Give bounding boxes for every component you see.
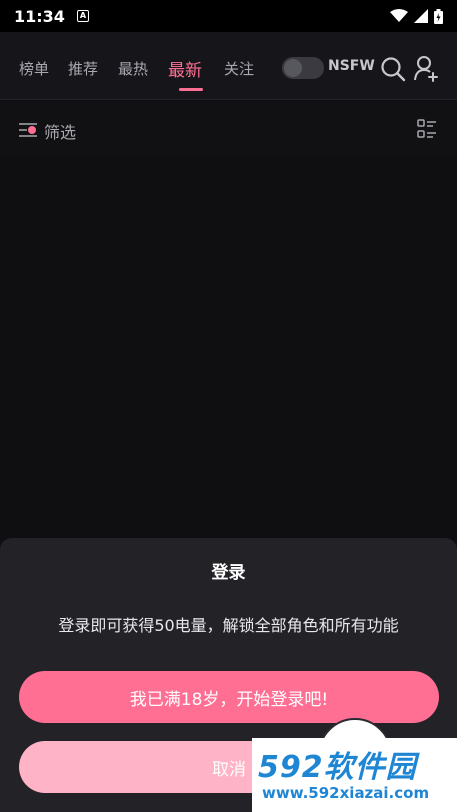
- active-tab-indicator: [179, 88, 203, 91]
- tab-recommend[interactable]: 推荐: [68, 58, 98, 79]
- search-icon[interactable]: [380, 56, 406, 82]
- notification-icon: A: [76, 10, 89, 22]
- filter-row: 筛选: [0, 101, 457, 155]
- tab-newest[interactable]: 最新: [168, 56, 202, 81]
- status-time: 11:34: [14, 6, 65, 26]
- nsfw-toggle[interactable]: [282, 57, 324, 79]
- status-icons: [390, 8, 443, 24]
- battery-icon: [434, 8, 443, 24]
- signal-icon: [414, 9, 428, 23]
- tab-hottest[interactable]: 最热: [118, 58, 148, 79]
- list-view-icon[interactable]: [417, 119, 437, 139]
- sheet-title: 登录: [211, 563, 246, 583]
- status-bar: 11:34 A: [0, 0, 457, 32]
- filter-icon[interactable]: [19, 122, 39, 138]
- watermark-url: www.592xiazai.com: [262, 784, 430, 802]
- add-user-icon[interactable]: [414, 55, 440, 83]
- filter-label[interactable]: 筛选: [44, 119, 76, 143]
- content-area: [0, 155, 457, 538]
- tab-ranking[interactable]: 榜单: [19, 58, 49, 79]
- watermark-logo: 592软件园: [258, 750, 417, 785]
- tab-following[interactable]: 关注: [224, 58, 254, 79]
- nsfw-label: NSFW: [328, 58, 375, 74]
- confirm-login-button[interactable]: 我已满18岁，开始登录吧!: [19, 671, 439, 723]
- toggle-knob: [284, 59, 302, 77]
- wifi-icon: [390, 9, 408, 22]
- sheet-description: 登录即可获得50电量，解锁全部角色和所有功能: [58, 616, 399, 635]
